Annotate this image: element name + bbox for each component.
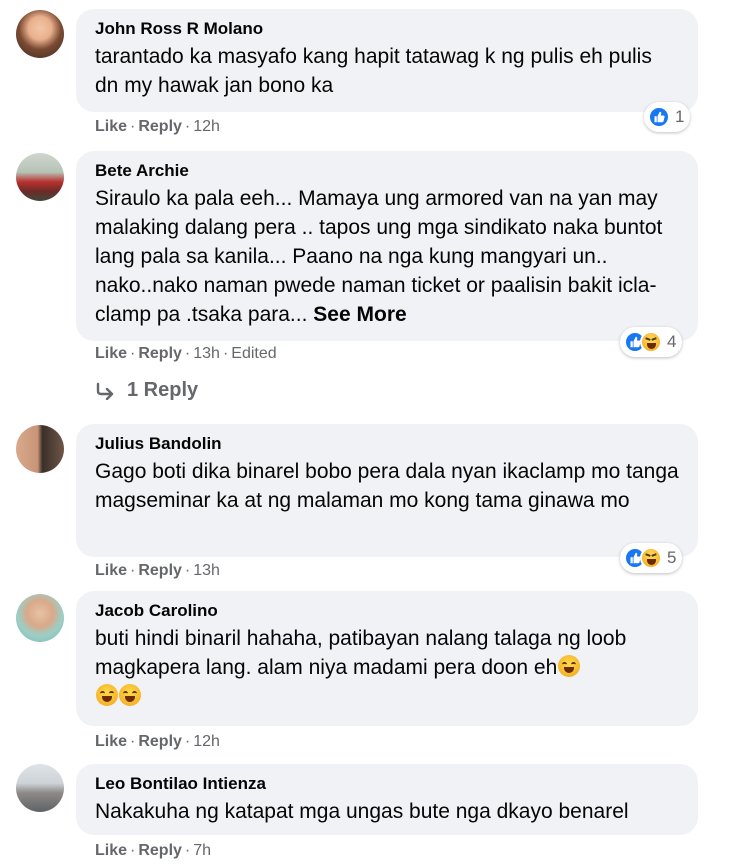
comment-text: buti hindi binaril hahaha, patibayan nal… (95, 624, 680, 711)
comment-bubble: John Ross R Molano tarantado ka masyafo … (76, 9, 698, 112)
avatar[interactable] (16, 10, 64, 58)
rolling-laughing-emoji (96, 684, 118, 706)
timestamp[interactable]: 13h (193, 345, 220, 362)
reaction-summary[interactable]: 4 (620, 327, 683, 357)
comment-text: Siraulo ka pala eeh... Mamaya ung armore… (95, 187, 663, 326)
avatar[interactable] (16, 594, 64, 642)
see-more-link[interactable]: See More (313, 303, 406, 326)
reply-button[interactable]: Reply (138, 118, 182, 135)
like-button[interactable]: Like (95, 118, 127, 135)
comment-author[interactable]: Julius Bandolin (95, 434, 680, 454)
view-replies-link[interactable]: 1 Reply (95, 379, 198, 402)
comment-actions: Like · Reply · 12h (95, 118, 220, 135)
like-button[interactable]: Like (95, 842, 127, 859)
rolling-laughing-emoji (558, 655, 581, 677)
replies-count-label: 1 Reply (127, 379, 199, 401)
like-button[interactable]: Like (95, 562, 127, 579)
like-icon (648, 106, 670, 128)
comment-author[interactable]: Leo Bontilao Intienza (95, 774, 680, 794)
comment-actions: Like · Reply · 12h (95, 733, 220, 750)
haha-icon (640, 331, 662, 353)
comment-bubble: Leo Bontilao Intienza Nakakuha ng katapa… (76, 764, 698, 835)
comment-bubble: Jacob Carolino buti hindi binaril hahaha… (76, 591, 698, 726)
comment-actions: Like · Reply · 7h (95, 842, 212, 859)
rolling-laughing-emoji (119, 684, 141, 706)
avatar[interactable] (16, 425, 64, 473)
comment-bubble: Julius Bandolin Gago boti dika binarel b… (76, 424, 698, 557)
comment-text: Gago boti dika binarel bobo pera dala ny… (95, 460, 679, 512)
reply-button[interactable]: Reply (138, 562, 182, 579)
comment-author[interactable]: John Ross R Molano (95, 19, 680, 39)
haha-icon (640, 547, 662, 569)
reply-arrow-icon (96, 382, 114, 400)
comment-actions: Like · Reply · 13h (95, 562, 220, 579)
comment-author[interactable]: Jacob Carolino (95, 601, 680, 621)
timestamp[interactable]: 7h (193, 842, 211, 859)
reply-button[interactable]: Reply (138, 842, 182, 859)
reaction-count: 5 (667, 548, 677, 567)
timestamp[interactable]: 12h (193, 118, 220, 135)
reaction-summary[interactable]: 1 (644, 102, 691, 132)
avatar[interactable] (16, 153, 64, 201)
comment-text: Nakakuha ng katapat mga ungas bute nga d… (95, 800, 629, 823)
reaction-summary[interactable]: 5 (620, 543, 683, 573)
comment-text: tarantado ka masyafo kang hapit tatawag … (95, 45, 652, 97)
comment-author[interactable]: Bete Archie (95, 161, 680, 181)
timestamp[interactable]: 13h (193, 562, 220, 579)
reply-button[interactable]: Reply (138, 345, 182, 362)
timestamp[interactable]: 12h (193, 733, 220, 750)
reaction-count: 1 (675, 107, 685, 126)
reply-button[interactable]: Reply (138, 733, 182, 750)
like-button[interactable]: Like (95, 345, 127, 362)
comment-bubble: Bete Archie Siraulo ka pala eeh... Mamay… (76, 151, 698, 341)
comment-actions: Like · Reply · 13h · Edited (95, 345, 277, 362)
like-button[interactable]: Like (95, 733, 127, 750)
avatar[interactable] (16, 764, 64, 812)
reaction-count: 4 (667, 332, 677, 351)
edited-label: Edited (231, 345, 277, 362)
